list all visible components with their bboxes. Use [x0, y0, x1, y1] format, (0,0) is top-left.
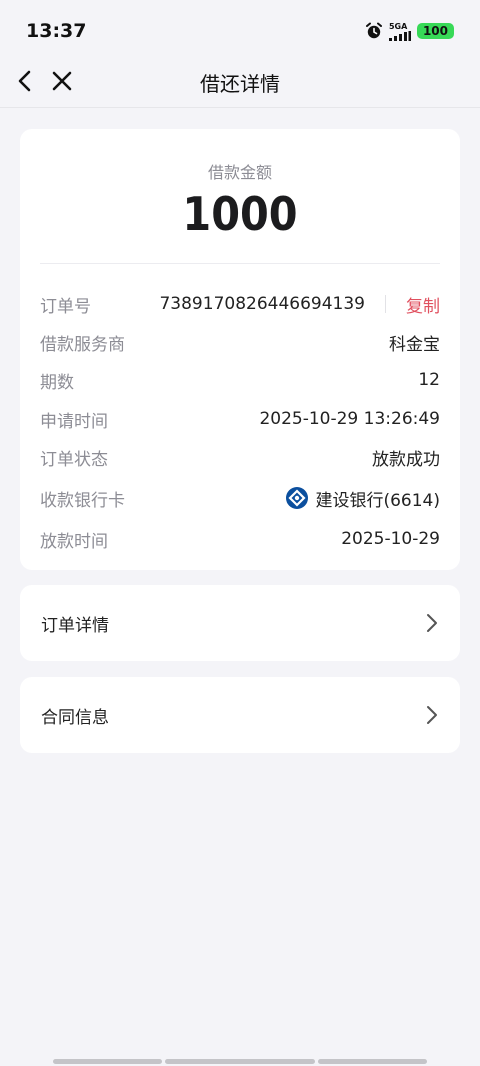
row-label: 收款银行卡 — [40, 490, 125, 511]
separator — [385, 295, 386, 313]
detail-row-disburse-time: 放款时间 2025-10-29 — [40, 526, 440, 552]
row-label: 放款时间 — [40, 531, 108, 552]
row-value: 12 — [418, 370, 440, 390]
row-value: 2025-10-29 13:26:49 — [259, 409, 440, 429]
row-label: 订单状态 — [40, 449, 108, 470]
ccb-bank-logo-icon — [286, 487, 309, 509]
contract-info-label: 合同信息 — [41, 707, 109, 728]
chevron-right-icon — [427, 614, 437, 632]
home-indicator-center[interactable] — [165, 1059, 315, 1064]
row-label: 订单号 — [40, 296, 91, 317]
status-bar: 13:37 5GA 100 — [0, 0, 480, 56]
order-detail-label: 订单详情 — [41, 615, 109, 636]
nav-bar: 借还详情 — [0, 56, 480, 108]
battery-badge: 100 — [416, 23, 454, 39]
detail-row-provider: 借款服务商 科金宝 — [40, 329, 440, 355]
home-indicator-right — [318, 1059, 427, 1064]
detail-row-bank-card: 收款银行卡 建设银行(6614) — [40, 485, 440, 511]
detail-row-order-number: 订单号 7389170826446694139 复制 — [40, 291, 440, 317]
row-label: 期数 — [40, 372, 74, 393]
copy-button[interactable]: 复制 — [406, 292, 440, 317]
loan-detail-card: 借款金额 1000 订单号 7389170826446694139 复制 借款服… — [20, 129, 460, 570]
row-value: 2025-10-29 — [341, 529, 440, 549]
detail-row-periods: 期数 12 — [40, 367, 440, 393]
row-value: 科金宝 — [389, 334, 440, 355]
status-indicators: 5GA 100 — [365, 20, 454, 42]
row-value: 7389170826446694139 复制 — [159, 292, 440, 317]
divider — [40, 263, 440, 264]
row-value: 放款成功 — [372, 449, 440, 470]
home-indicator-left — [53, 1059, 162, 1064]
page-title: 借还详情 — [200, 72, 280, 96]
bank-card-name: 建设银行(6614) — [315, 490, 440, 511]
network-indicator: 5GA — [388, 21, 411, 41]
chevron-right-icon — [427, 706, 437, 724]
network-type: 5GA — [388, 21, 408, 31]
detail-row-order-status: 订单状态 放款成功 — [40, 444, 440, 470]
amount-label: 借款金额 — [207, 163, 272, 182]
order-number: 7389170826446694139 — [159, 294, 365, 314]
signal-icon — [388, 30, 411, 41]
alarm-icon — [365, 22, 382, 39]
amount-value: 1000 — [182, 187, 298, 241]
contract-info-link[interactable]: 合同信息 — [20, 677, 460, 753]
status-time: 13:37 — [26, 20, 87, 42]
detail-row-apply-time: 申请时间 2025-10-29 13:26:49 — [40, 406, 440, 432]
order-detail-link[interactable]: 订单详情 — [20, 585, 460, 661]
row-label: 借款服务商 — [40, 334, 125, 355]
row-value: 建设银行(6614) — [286, 486, 440, 511]
row-label: 申请时间 — [40, 411, 108, 432]
